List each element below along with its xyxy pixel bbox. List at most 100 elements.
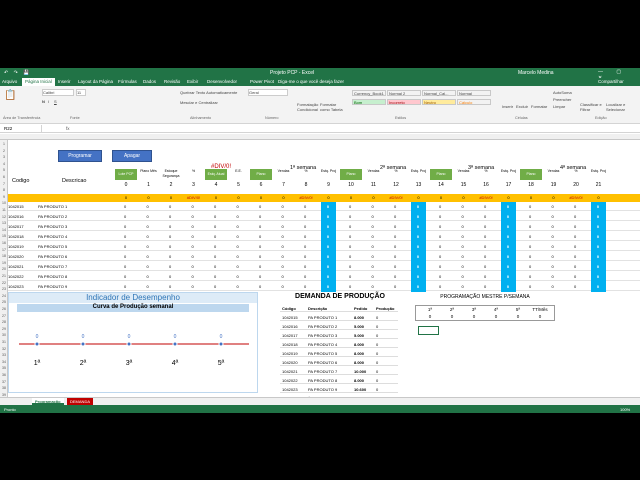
merge-center-button[interactable]: Mesclar e Centralizar	[180, 100, 218, 105]
demand-row[interactable]: 1042023 PA PRODUTO 9 10.600 0	[280, 385, 398, 393]
bold-icon[interactable]: N	[42, 99, 45, 104]
apagar-button[interactable]: Apagar	[112, 150, 152, 162]
row-number[interactable]: 31	[0, 340, 8, 344]
data-point[interactable]	[218, 341, 224, 347]
demand-row[interactable]: 1042016 PA PRODUTO 2 5.000 0	[280, 322, 398, 330]
row-number[interactable]: 6	[0, 175, 8, 179]
wrap-text-button[interactable]: Quebrar Texto Automaticamente	[180, 90, 237, 95]
tab-layout[interactable]: Layout da Página	[78, 79, 113, 84]
font-size-select[interactable]: 11	[76, 89, 86, 96]
row-number[interactable]: 5	[0, 168, 8, 172]
style-incorreto[interactable]: Incorreto	[387, 99, 421, 105]
demand-row[interactable]: 1042015 PA PRODUTO 1 8.000 0	[280, 313, 398, 321]
style-neutro[interactable]: Neutro	[422, 99, 456, 105]
row-number[interactable]: 35	[0, 366, 8, 370]
row-number[interactable]: 33	[0, 353, 8, 357]
number-format-select[interactable]: Geral	[248, 89, 288, 96]
insert-cells-button[interactable]: Inserir	[502, 104, 513, 109]
demand-row[interactable]: 1042021 PA PRODUTO 7 10.000 0	[280, 367, 398, 375]
underline-icon[interactable]: S	[54, 99, 57, 104]
row-number[interactable]: 18	[0, 254, 8, 258]
autosum-button[interactable]: AutoSoma	[553, 90, 572, 95]
share-button[interactable]: Compartilhar	[598, 79, 624, 84]
quick-access-icons[interactable]: ↶ ↷ 💾	[4, 70, 31, 76]
demand-row[interactable]: 1042018 PA PRODUTO 4 8.000 0	[280, 340, 398, 348]
column-headers[interactable]	[0, 134, 640, 140]
tab-formulas[interactable]: Fórmulas	[118, 79, 137, 84]
row-headers[interactable]: 1 2 3 4 5 6 7 8 9 10 11 12 13 14 15 16 17 18 19 20 21 22 23 24 2…	[0, 140, 8, 398]
row-number[interactable]: 9	[0, 195, 8, 199]
conditional-format-button[interactable]: Formatação Condicional	[297, 102, 319, 112]
row-number[interactable]: 14	[0, 228, 8, 232]
fx-icon[interactable]: fx	[66, 125, 70, 132]
demand-row[interactable]: 1042022 PA PRODUTO 8 8.000 0	[280, 376, 398, 384]
row-number[interactable]: 27	[0, 314, 8, 318]
row-number[interactable]: 23	[0, 287, 8, 291]
row-number[interactable]: 25	[0, 300, 8, 304]
row-number[interactable]: 34	[0, 360, 8, 364]
tab-inserir[interactable]: Inserir	[58, 79, 71, 84]
row-number[interactable]: 8	[0, 188, 8, 192]
tab-dados[interactable]: Dados	[143, 79, 156, 84]
row-number[interactable]: 28	[0, 320, 8, 324]
zoom-level[interactable]: 100%	[620, 407, 630, 412]
demand-row[interactable]: 1042020 PA PRODUTO 6 8.000 0	[280, 358, 398, 366]
row-number[interactable]: 17	[0, 248, 8, 252]
performance-chart[interactable]: Indicador de Desempenho Curva de Produçã…	[8, 292, 258, 393]
delete-cells-button[interactable]: Excluir	[516, 104, 528, 109]
row-number[interactable]: 29	[0, 327, 8, 331]
font-name-select[interactable]: Calibri	[42, 89, 74, 96]
row-number[interactable]: 21	[0, 274, 8, 278]
row-number[interactable]: 10	[0, 201, 8, 205]
data-point[interactable]	[80, 341, 86, 347]
clear-button[interactable]: Limpar	[553, 104, 565, 109]
row-number[interactable]: 32	[0, 347, 8, 351]
sheet-tab-demanda[interactable]: DEMANDA	[67, 398, 94, 405]
data-point[interactable]	[34, 341, 40, 347]
data-point[interactable]	[126, 341, 132, 347]
row-number[interactable]: 15	[0, 234, 8, 238]
format-cells-button[interactable]: Formatar	[531, 104, 547, 109]
style-normal[interactable]: Normal	[457, 90, 491, 96]
user-name[interactable]: Marcelo Medina	[518, 70, 554, 76]
fill-button[interactable]: Preencher	[553, 97, 571, 102]
paste-icon[interactable]: 📋	[4, 90, 16, 101]
style-bom[interactable]: Bom	[352, 99, 386, 105]
demand-row[interactable]: 1042019 PA PRODUTO 5 8.000 0	[280, 349, 398, 357]
programar-button[interactable]: Programar	[58, 150, 102, 162]
row-number[interactable]: 38	[0, 386, 8, 390]
tab-pagina-inicial[interactable]: Página Inicial	[22, 78, 55, 86]
style-calculo[interactable]: Cálculo	[457, 99, 491, 105]
row-number[interactable]: 36	[0, 373, 8, 377]
row-number[interactable]: 22	[0, 281, 8, 285]
italic-icon[interactable]: I	[48, 99, 49, 104]
data-point[interactable]	[172, 341, 178, 347]
row-number[interactable]: 2	[0, 149, 8, 153]
name-box[interactable]: R22	[2, 125, 42, 132]
demand-row[interactable]: 1042017 PA PRODUTO 3 5.000 0	[280, 331, 398, 339]
row-number[interactable]: 24	[0, 294, 8, 298]
row-number[interactable]: 19	[0, 261, 8, 265]
find-select-button[interactable]: Localizar e Selecionar	[606, 102, 632, 112]
tell-me-search[interactable]: Diga-me o que você deseja fazer	[278, 79, 344, 84]
sort-filter-button[interactable]: Classificar e Filtrar	[580, 102, 604, 112]
row-number[interactable]: 12	[0, 215, 8, 219]
row-number[interactable]: 16	[0, 241, 8, 245]
row-number[interactable]: 4	[0, 162, 8, 166]
style-normal-cal[interactable]: Normal_Cal...	[422, 90, 456, 96]
tab-arquivo[interactable]: Arquivo	[2, 79, 17, 84]
row-number[interactable]: 20	[0, 267, 8, 271]
row-number[interactable]: 26	[0, 307, 8, 311]
tab-exibir[interactable]: Exibir	[187, 79, 198, 84]
format-table-button[interactable]: Formatar como Tabela	[320, 102, 344, 112]
row-number[interactable]: 7	[0, 182, 8, 186]
sheet-tab-programacao[interactable]: Programação	[32, 398, 64, 405]
row-number[interactable]: 1	[0, 142, 8, 146]
tab-desenvolvedor[interactable]: Desenvolvedor	[207, 79, 237, 84]
tab-power-pivot[interactable]: Power Pivot	[250, 79, 274, 84]
style-normal2[interactable]: Normal 2	[387, 90, 421, 96]
tab-revisao[interactable]: Revisão	[164, 79, 180, 84]
row-number[interactable]: 3	[0, 155, 8, 159]
selected-cell[interactable]	[418, 326, 439, 335]
row-number[interactable]: 37	[0, 380, 8, 384]
